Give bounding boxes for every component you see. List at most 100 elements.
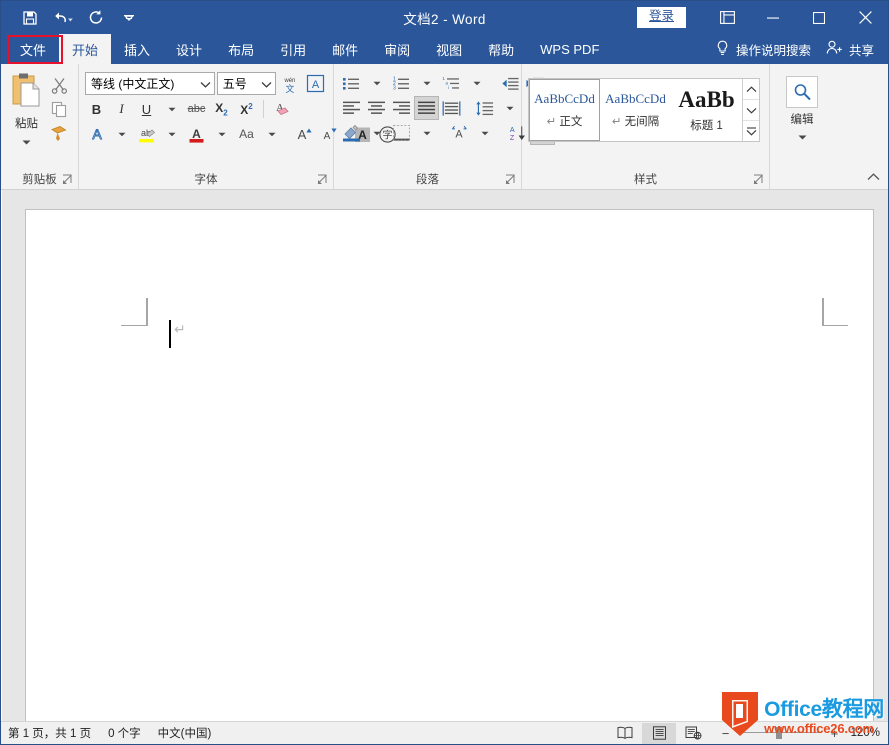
italic-button[interactable]: I	[110, 98, 133, 120]
bold-button[interactable]: B	[85, 98, 108, 120]
text-effects-dropdown[interactable]	[110, 123, 133, 145]
tab-mailings[interactable]: 邮件	[319, 34, 371, 64]
clipboard-dialog-launcher[interactable]	[62, 174, 73, 185]
web-layout-view-button[interactable]	[676, 723, 710, 744]
borders-dropdown[interactable]	[415, 122, 438, 144]
zoom-slider[interactable]	[738, 726, 822, 740]
tab-view[interactable]: 视图	[423, 34, 475, 64]
styles-scroll-down-icon[interactable]	[743, 100, 759, 121]
align-right-button[interactable]	[390, 97, 413, 119]
format-painter-button[interactable]	[46, 122, 72, 144]
paste-button[interactable]: 粘贴	[7, 70, 46, 168]
text-highlight-color-button[interactable]: ab	[135, 123, 158, 145]
tab-help[interactable]: 帮助	[475, 34, 527, 64]
copy-button[interactable]	[46, 98, 72, 120]
multilevel-list-dropdown[interactable]	[465, 72, 488, 94]
language-status[interactable]: 中文(中国)	[158, 725, 212, 741]
document-page[interactable]: ↵	[25, 209, 874, 721]
paragraph-mark: ↵	[174, 322, 186, 336]
style-preview: AaBbCcDd	[605, 91, 666, 107]
tab-design[interactable]: 设计	[163, 34, 215, 64]
font-size-input[interactable]: 五号	[217, 72, 276, 95]
chevron-down-icon[interactable]	[261, 77, 272, 91]
numbering-dropdown[interactable]	[415, 72, 438, 94]
styles-scroll-up-icon[interactable]	[743, 79, 759, 100]
highlight-dropdown[interactable]	[160, 123, 183, 145]
sign-in-button[interactable]: 登录	[637, 7, 686, 28]
tab-review[interactable]: 审阅	[371, 34, 423, 64]
subscript-button[interactable]: X2	[210, 98, 233, 120]
align-center-button[interactable]	[365, 97, 388, 119]
character-border-button[interactable]: A	[304, 73, 327, 95]
numbering-button[interactable]: 1 2 3	[390, 72, 413, 94]
asian-layout-button[interactable]: A	[448, 122, 471, 144]
font-size-value: 五号	[223, 75, 247, 92]
justify-button[interactable]	[415, 97, 438, 119]
zoom-level-label[interactable]: 120%	[847, 727, 880, 739]
underline-button[interactable]: U	[135, 98, 158, 120]
multilevel-list-button[interactable]: 1 a i	[440, 72, 463, 94]
font-name-input[interactable]: 等线 (中文正文)	[85, 72, 215, 95]
status-left: 第 1 页，共 1 页 0 个字 中文(中国)	[1, 725, 211, 741]
asian-layout-dropdown[interactable]	[473, 122, 496, 144]
close-icon[interactable]	[842, 1, 888, 34]
font-color-dropdown[interactable]	[210, 123, 233, 145]
page-number-status[interactable]: 第 1 页，共 1 页	[8, 725, 91, 741]
zoom-in-button[interactable]: +	[829, 726, 840, 741]
customize-qat-icon[interactable]	[118, 7, 140, 29]
tab-insert[interactable]: 插入	[111, 34, 163, 64]
paragraph-dialog-launcher[interactable]	[505, 174, 516, 185]
magnifier-icon	[786, 76, 818, 108]
font-color-button[interactable]: A	[185, 123, 208, 145]
tell-me-search[interactable]: 操作说明搜索	[716, 40, 811, 59]
superscript-button[interactable]: X2	[235, 98, 258, 120]
word-count-status[interactable]: 0 个字	[108, 725, 141, 741]
save-icon[interactable]	[19, 7, 41, 29]
document-area[interactable]: ↵	[1, 190, 888, 721]
borders-button[interactable]	[390, 122, 413, 144]
editing-button[interactable]: 编辑	[786, 70, 818, 168]
style-item-normal[interactable]: AaBbCcDd ↵ 正文	[529, 79, 600, 141]
ribbon-display-options-icon[interactable]	[704, 1, 750, 34]
text-effects-button[interactable]: A	[85, 123, 108, 145]
styles-dialog-launcher[interactable]	[753, 174, 764, 185]
line-spacing-dropdown[interactable]	[498, 97, 521, 119]
tab-wps-pdf[interactable]: WPS PDF	[527, 34, 612, 64]
shading-dropdown[interactable]	[365, 122, 388, 144]
redo-icon[interactable]	[85, 7, 107, 29]
style-item-heading1[interactable]: AaBb 标题 1	[671, 79, 742, 141]
strikethrough-button[interactable]: abc	[185, 98, 208, 120]
zoom-slider-thumb[interactable]	[776, 727, 782, 739]
distributed-button[interactable]	[440, 97, 463, 119]
tab-layout[interactable]: 布局	[215, 34, 267, 64]
chevron-down-icon[interactable]	[200, 77, 211, 91]
cut-button[interactable]	[46, 74, 72, 96]
styles-more-icon[interactable]	[743, 121, 759, 141]
share-button[interactable]: 共享	[826, 40, 874, 59]
collapse-ribbon-icon[interactable]	[865, 169, 881, 185]
line-spacing-button[interactable]	[473, 97, 496, 119]
print-layout-view-button[interactable]	[642, 723, 676, 744]
grow-font-button[interactable]: A	[293, 123, 316, 145]
font-dialog-launcher[interactable]	[317, 174, 328, 185]
style-item-no-spacing[interactable]: AaBbCcDd ↵ 无间隔	[600, 79, 671, 141]
change-case-dropdown[interactable]	[260, 123, 283, 145]
zoom-out-button[interactable]: −	[720, 726, 731, 741]
decrease-indent-button[interactable]	[498, 72, 521, 94]
shading-button[interactable]	[340, 122, 363, 144]
undo-icon[interactable]	[52, 7, 74, 29]
read-mode-view-button[interactable]	[608, 723, 642, 744]
align-left-button[interactable]	[340, 97, 363, 119]
phonetic-guide-button[interactable]: wén 文	[278, 73, 302, 95]
tab-file[interactable]: 文件	[7, 34, 59, 64]
style-mark: ↵	[547, 116, 557, 128]
underline-dropdown[interactable]	[160, 98, 183, 120]
tab-references[interactable]: 引用	[267, 34, 319, 64]
bullets-dropdown[interactable]	[365, 72, 388, 94]
maximize-icon[interactable]	[796, 1, 842, 34]
tab-home[interactable]: 开始	[59, 34, 111, 64]
change-case-button[interactable]: Aa	[235, 123, 258, 145]
bullets-button[interactable]	[340, 72, 363, 94]
minimize-icon[interactable]	[750, 1, 796, 34]
clear-formatting-button[interactable]: A	[269, 98, 292, 120]
